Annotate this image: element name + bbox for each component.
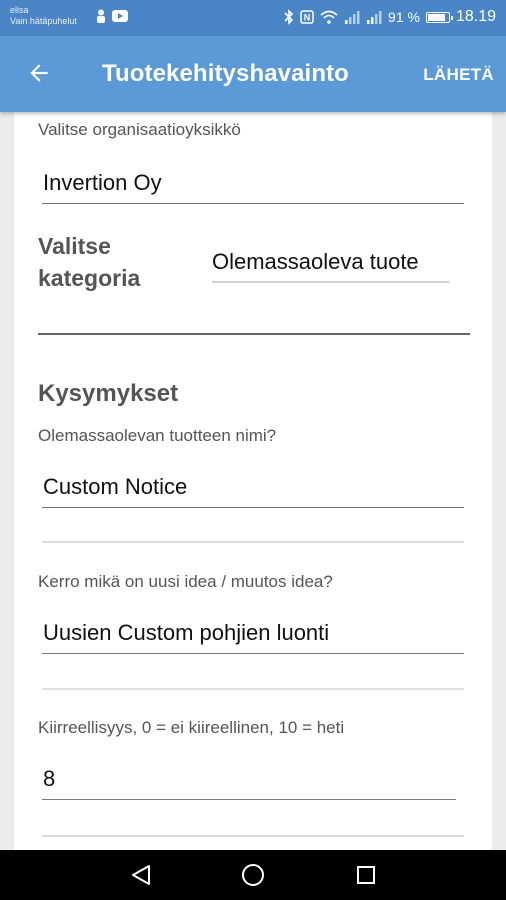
- question-1-input[interactable]: Custom Notice: [42, 472, 464, 508]
- question-2-input[interactable]: Uusien Custom pohjien luonti: [42, 618, 464, 654]
- navigation-bar: [0, 850, 506, 900]
- category-label: Valitse kategoria: [38, 230, 140, 294]
- nfc-icon: N: [300, 10, 314, 24]
- carrier-name: elisa: [10, 5, 29, 15]
- recents-square-icon: [357, 866, 375, 884]
- section-title: Kysymykset: [38, 380, 179, 407]
- svg-text:N: N: [304, 13, 311, 23]
- category-label-line1: Valitse: [38, 233, 111, 259]
- send-button[interactable]: LÄHETÄ: [423, 65, 494, 85]
- battery-percentage: 91 %: [388, 9, 420, 25]
- section-divider: [38, 333, 470, 335]
- question-1-label: Olemassaolevan tuotteen nimi?: [38, 426, 277, 445]
- app-bar: Tuotekehityshavainto LÄHETÄ: [0, 36, 506, 112]
- nav-back-button[interactable]: [127, 861, 155, 889]
- arrow-back-icon: [30, 64, 48, 82]
- category-select[interactable]: Olemassaoleva tuote: [212, 247, 450, 283]
- question-3-label: Kiirreellisyys, 0 = ei kiireellinen, 10 …: [38, 718, 345, 737]
- category-label-line2: kategoria: [38, 265, 141, 291]
- back-triangle-icon: [132, 865, 150, 885]
- signal-icon: [345, 11, 360, 24]
- status-bar: elisa Vain hätäpuhelut N 91 % 18.19: [0, 0, 506, 36]
- question-2-label: Kerro mikä on uusi idea / muutos idea?: [38, 572, 333, 591]
- form-card: Valitse organisaatioyksikkö Invertion Oy…: [14, 112, 492, 850]
- separator: [42, 835, 464, 837]
- battery-icon: [425, 11, 453, 23]
- org-input[interactable]: Invertion Oy: [42, 168, 464, 204]
- carrier-info: elisa Vain hätäpuhelut: [10, 5, 77, 27]
- youtube-icon: [112, 10, 128, 22]
- person-icon: [97, 9, 105, 23]
- separator: [42, 688, 464, 690]
- nav-recents-button[interactable]: [352, 861, 380, 889]
- home-circle-icon: [242, 864, 264, 886]
- question-3-input[interactable]: 8: [42, 764, 456, 800]
- nav-home-button[interactable]: [239, 861, 267, 889]
- page-title: Tuotekehityshavainto: [102, 60, 349, 87]
- system-status: N 91 % 18.19: [284, 8, 496, 26]
- separator: [42, 541, 464, 543]
- clock: 18.19: [455, 8, 496, 25]
- signal-icon: [367, 11, 382, 24]
- org-label: Valitse organisaatioyksikkö: [38, 120, 241, 139]
- back-button[interactable]: [22, 56, 56, 90]
- notification-icons: [96, 9, 128, 23]
- carrier-status: Vain hätäpuhelut: [10, 16, 77, 26]
- bluetooth-icon: [284, 9, 294, 25]
- wifi-icon: [320, 10, 338, 24]
